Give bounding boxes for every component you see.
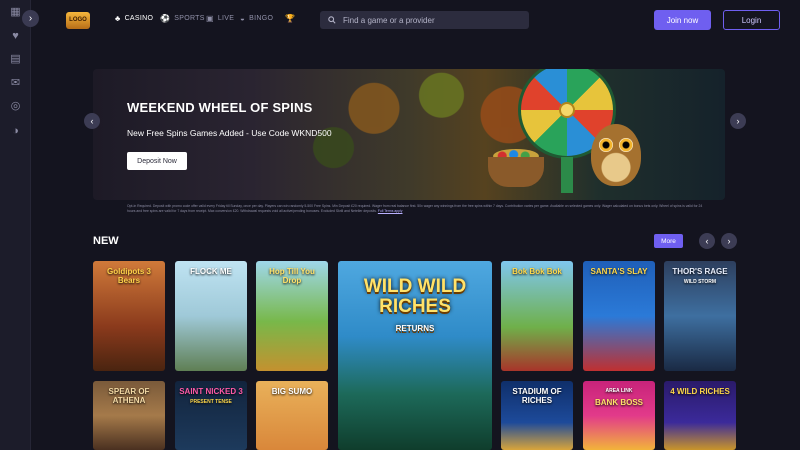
promo-banner[interactable]: WEEKEND WHEEL OF SPINS New Free Spins Ga…: [93, 69, 725, 200]
nav-label: LIVE: [217, 15, 235, 22]
game-title-main: BANK BOSS: [594, 398, 643, 407]
banner-next-button[interactable]: ›: [730, 113, 746, 129]
club-icon: ♣: [115, 14, 121, 23]
game-title: STADIUM OF RICHES: [512, 387, 562, 405]
search-input[interactable]: [343, 15, 513, 25]
game-title: Hop Till You Drop: [269, 267, 315, 285]
game-title-main: SAINT NICKED 3: [179, 387, 243, 396]
banner-title: WEEKEND WHEEL OF SPINS: [127, 100, 313, 115]
nav-label: CASINO: [124, 15, 154, 22]
game-tile[interactable]: STADIUM OF RICHES: [501, 381, 573, 450]
live-icon: ▣: [206, 14, 214, 23]
join-now-button[interactable]: Join now: [654, 10, 711, 30]
gift-icon[interactable]: ✉: [8, 75, 23, 90]
sidebar: ▦ ♥ ▤ ✉ ◎ ◑: [0, 0, 31, 450]
trophy-icon: 🏆: [285, 14, 296, 23]
nav-bingo[interactable]: ◒ BINGO: [240, 14, 273, 23]
game-title: FLOCK ME: [190, 267, 232, 276]
full-terms-link[interactable]: Full Terms apply: [378, 209, 403, 213]
game-subtitle: PRESENT TENSE: [190, 399, 232, 405]
game-subtitle: RETURNS: [395, 324, 435, 333]
carousel-prev-button[interactable]: ‹: [699, 233, 715, 249]
login-button[interactable]: Login: [723, 10, 780, 30]
game-tile[interactable]: 4 WILD RICHES: [664, 381, 736, 450]
nav-live[interactable]: ▣ LIVE: [206, 14, 234, 23]
top-bar: LOGO ♣ CASINO ⚽ SPORTS ▣ LIVE ◒ BINGO 🏆 …: [31, 0, 800, 40]
game-title: WILD WILD RICHES RETURNS: [338, 277, 492, 339]
terms-body: Opt-in Required. Deposit with promo code…: [127, 204, 703, 213]
game-tile[interactable]: BIG SUMO: [256, 381, 328, 450]
wheel-hub: [559, 102, 575, 118]
game-tile[interactable]: SAINT NICKED 3 PRESENT TENSE: [175, 381, 247, 450]
bingo-icon: ◒: [240, 14, 246, 23]
chip-icon[interactable]: ◎: [8, 98, 23, 113]
terms-text: Opt-in Required. Deposit with promo code…: [127, 204, 711, 214]
heart-icon[interactable]: ♥: [8, 28, 23, 43]
nav-label: BINGO: [249, 15, 274, 22]
basket-illustration: [488, 157, 544, 187]
game-title: AREA LINK BANK BOSS: [592, 387, 646, 407]
game-tile[interactable]: Bok Bok Bok: [501, 261, 573, 371]
more-button[interactable]: More: [654, 234, 683, 248]
game-title: SAINT NICKED 3 PRESENT TENSE: [176, 387, 246, 407]
chat-icon[interactable]: ◑: [8, 123, 23, 138]
ball-icon: ⚽: [160, 14, 171, 23]
owl-illustration: [591, 124, 641, 186]
game-title: SANTA'S SLAY: [590, 267, 648, 276]
section-title-new: NEW: [93, 235, 119, 247]
game-title: Goldipots 3 Bears: [107, 267, 151, 285]
game-title: SPEAR OF ATHENA: [108, 387, 150, 405]
game-tile[interactable]: THOR'S RAGE WILD STORM: [664, 261, 736, 371]
game-title: THOR'S RAGE WILD STORM: [669, 267, 730, 287]
game-title: 4 WILD RICHES: [670, 387, 730, 396]
nav-casino[interactable]: ♣ CASINO: [115, 14, 153, 23]
game-title: BIG SUMO: [271, 387, 313, 396]
game-tile-featured[interactable]: WILD WILD RICHES RETURNS: [338, 261, 492, 450]
logo[interactable]: LOGO: [66, 12, 90, 29]
game-tile[interactable]: Goldipots 3 Bears: [93, 261, 165, 371]
deposit-now-button[interactable]: Deposit Now: [127, 152, 187, 170]
game-subtitle: AREA LINK: [605, 388, 633, 394]
wheel-stand: [561, 157, 573, 193]
banner-prev-button[interactable]: ‹: [84, 113, 100, 129]
search-icon: [328, 16, 336, 24]
game-tile[interactable]: FLOCK ME: [175, 261, 247, 371]
game-title-main: WILD WILD RICHES: [363, 276, 467, 317]
nav-tournaments[interactable]: 🏆: [285, 14, 295, 23]
nav-label: SPORTS: [174, 15, 205, 22]
banner-subtitle: New Free Spins Games Added - Use Code WK…: [127, 128, 332, 138]
game-tile[interactable]: AREA LINK BANK BOSS: [583, 381, 655, 450]
search-bar[interactable]: [320, 11, 529, 29]
game-tile[interactable]: SPEAR OF ATHENA: [93, 381, 165, 450]
grid-icon[interactable]: ▦: [8, 4, 23, 19]
game-tile[interactable]: Hop Till You Drop: [256, 261, 328, 371]
game-title-main: THOR'S RAGE: [672, 267, 728, 276]
nav-sports[interactable]: ⚽ SPORTS: [160, 14, 205, 23]
carousel-next-button[interactable]: ›: [721, 233, 737, 249]
game-title: Bok Bok Bok: [512, 267, 562, 276]
game-subtitle: WILD STORM: [683, 279, 717, 285]
game-tile[interactable]: SANTA'S SLAY: [583, 261, 655, 371]
sidebar-expand-button[interactable]: ›: [22, 10, 39, 27]
document-icon[interactable]: ▤: [8, 51, 23, 66]
